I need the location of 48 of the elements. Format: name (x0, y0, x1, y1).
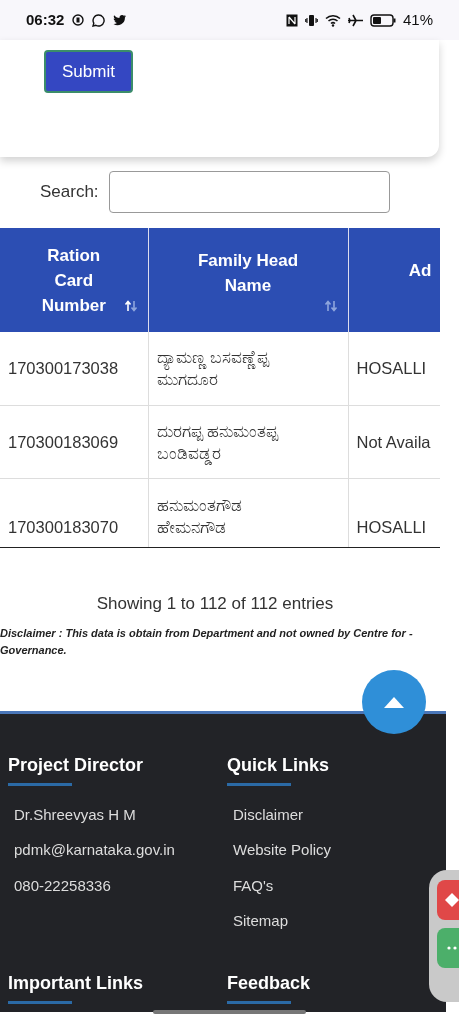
column-header[interactable]: Family Head Name (148, 228, 348, 332)
heading-underline (227, 1001, 291, 1004)
table-cell: 170300183069 (0, 405, 148, 478)
footer-item: Website Policy (233, 840, 332, 860)
footer-item: 080-22258336 (14, 875, 111, 896)
entries-info: Showing 1 to 112 of 112 entries (95, 593, 335, 615)
airplane-icon (347, 13, 363, 27)
column-header: Ad (348, 228, 440, 332)
footer-item: pdmk@karnataka.gov.in (14, 840, 175, 860)
footer-item: FAQ's (233, 875, 274, 896)
search-label: Search: (40, 181, 99, 204)
chat-icon (92, 13, 106, 27)
footer-item: Dr.Shreevyas H M (14, 804, 136, 825)
table-cell: Not Availa (348, 405, 440, 478)
dots-icon (447, 946, 457, 950)
table-cell: 170300173038 (0, 332, 148, 405)
table-cell: HOSALLI (348, 332, 440, 405)
table-cell: ದುರಗಪ್ಪ ಹನುಮಂತಪ್ಪ ಬಂಡಿವಡ್ಡರ (148, 405, 348, 478)
submit-button[interactable]: Submit (44, 50, 133, 93)
table-cell: ದ್ಯಾಮಣ್ಣ ಬಸವಣ್ಣೆಪ್ಪ ಮುಗದೂರ (148, 332, 348, 405)
battery-percent: 41% (402, 9, 433, 30)
footer-heading: Feedback (227, 972, 312, 995)
diamond-icon (445, 893, 459, 907)
nfc-icon (285, 13, 298, 27)
footer-item: Disclaimer (233, 804, 303, 825)
footer-heading: Project Director (8, 753, 145, 777)
footer-item: Sitemap (233, 911, 289, 931)
notification-icon (72, 14, 85, 26)
status-time: 06:32 (26, 9, 65, 30)
footer-heading: Important Links (8, 972, 144, 995)
vibrate-icon (304, 13, 318, 27)
heading-underline (227, 782, 291, 786)
search-field[interactable] (108, 171, 390, 213)
table-cell: HOSALLI (348, 478, 440, 547)
sort-icon[interactable] (123, 300, 138, 312)
disclaimer-text: Disclaimer : This data is obtain from Department and not owned by Centre for -Governance. (0, 625, 414, 658)
table-cell: ಹನುಮಂತಗೌಡ ಹೇಮನಗೌಡ (148, 478, 348, 547)
shortcut-button[interactable] (437, 880, 459, 920)
column-header[interactable]: Ration Card Number (0, 228, 148, 332)
bird-icon (113, 14, 128, 26)
battery-icon (369, 13, 396, 27)
wifi-icon (324, 13, 341, 27)
sort-icon[interactable] (323, 300, 338, 312)
heading-underline (8, 1001, 72, 1004)
footer-heading: Quick Links (227, 753, 331, 777)
table-cell: 170300183070 (0, 478, 148, 547)
heading-underline (8, 782, 72, 786)
arrow-up-icon (384, 696, 404, 708)
